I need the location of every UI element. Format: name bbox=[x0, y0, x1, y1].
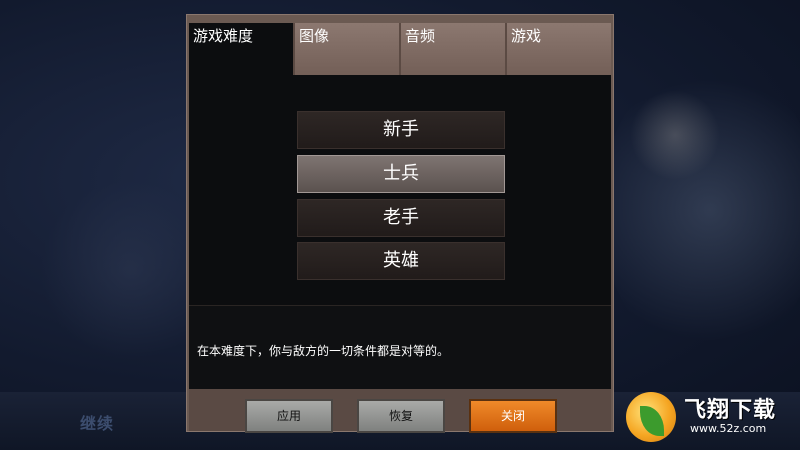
leaf-logo-icon bbox=[626, 392, 676, 442]
difficulty-option-hero[interactable]: 英雄 bbox=[297, 242, 505, 280]
difficulty-description-panel: 在本难度下，你与敌方的一切条件都是对等的。 bbox=[189, 305, 611, 390]
settings-dialog: 游戏难度 图像 音频 游戏 新手 士兵 老手 英雄 在本难度下，你与敌方的一切条… bbox=[186, 14, 614, 433]
continue-menu-item[interactable]: 继续 bbox=[80, 410, 114, 434]
close-button[interactable]: 关闭 bbox=[469, 399, 557, 433]
tab-difficulty[interactable]: 游戏难度 bbox=[189, 23, 295, 75]
tab-graphics[interactable]: 图像 bbox=[295, 23, 401, 75]
tab-audio[interactable]: 音频 bbox=[401, 23, 507, 75]
watermark-title: 飞翔下载 bbox=[684, 398, 777, 423]
leaf-icon bbox=[640, 406, 664, 436]
apply-button[interactable]: 应用 bbox=[245, 399, 333, 433]
dialog-button-bar: 应用 恢复 关闭 bbox=[189, 389, 611, 433]
background-art-highlight bbox=[630, 90, 720, 180]
difficulty-option-novice[interactable]: 新手 bbox=[297, 111, 505, 149]
difficulty-description-text: 在本难度下，你与敌方的一切条件都是对等的。 bbox=[197, 344, 450, 358]
restore-button[interactable]: 恢复 bbox=[357, 399, 445, 433]
tab-game[interactable]: 游戏 bbox=[507, 23, 611, 75]
difficulty-option-veteran[interactable]: 老手 bbox=[297, 199, 505, 237]
settings-tab-bar: 游戏难度 图像 音频 游戏 bbox=[189, 23, 611, 75]
difficulty-options-panel: 新手 士兵 老手 英雄 bbox=[189, 75, 611, 305]
watermark-url: www.52z.com bbox=[690, 422, 767, 435]
difficulty-option-soldier[interactable]: 士兵 bbox=[297, 155, 505, 193]
watermark-logo: 飞翔下载 www.52z.com bbox=[624, 386, 800, 450]
